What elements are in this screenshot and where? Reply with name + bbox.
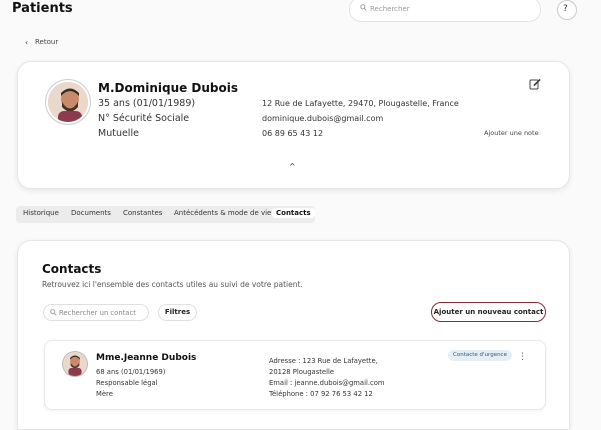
- contact-name: Mme.Jeanne Dubois: [96, 353, 197, 363]
- patient-address: 12 Rue de Lafayette, 29470, Plougastelle…: [262, 99, 459, 108]
- patient-phone: 06 89 65 43 12: [262, 129, 324, 138]
- patient-name: M.Dominique Dubois: [98, 81, 239, 95]
- emergency-badge: Contacte d'urgence: [448, 350, 512, 361]
- patient-ssn-label: N° Sécurité Sociale: [98, 113, 190, 124]
- contact-email: Email : jeanne.dubois@gmail.com: [269, 379, 385, 387]
- top-bar: Patients Rechercher ?: [0, 0, 601, 22]
- filters-button[interactable]: Filtres: [158, 304, 197, 321]
- tab-historique[interactable]: Historique: [23, 209, 59, 217]
- patient-mutuelle-label: Mutuelle: [98, 128, 139, 139]
- chevron-left-icon: ‹: [25, 38, 29, 47]
- more-vertical-icon[interactable]: ⋮: [518, 352, 527, 362]
- contact-address-line2: 20128 Plougastelle: [269, 368, 335, 376]
- contact-relation: Mère: [96, 390, 113, 398]
- search-placeholder: Rechercher: [370, 5, 410, 13]
- page-title: Patients: [12, 1, 73, 16]
- tab-documents[interactable]: Documents: [71, 209, 111, 217]
- contact-age: 68 ans (01/01/1969): [96, 368, 166, 376]
- global-search-input[interactable]: Rechercher: [349, 0, 541, 22]
- add-contact-button[interactable]: Ajouter un nouveau contact: [431, 302, 546, 322]
- edit-icon[interactable]: [529, 78, 541, 90]
- contact-address-line1: Adresse : 123 Rue de Lafayette,: [269, 357, 378, 365]
- patient-email: dominique.dubois@gmail.com: [262, 114, 384, 123]
- patient-tabs: Historique Documents Constantes Antécéde…: [16, 206, 315, 223]
- contact-card: Mme.Jeanne Dubois 68 ans (01/01/1969) Re…: [44, 340, 546, 410]
- contact-search-placeholder: Rechercher un contact: [59, 309, 136, 317]
- patient-age: 35 ans (01/01/1989): [98, 98, 196, 109]
- chevron-up-icon[interactable]: ^: [289, 162, 296, 171]
- search-icon: [360, 4, 367, 11]
- tab-antecedents[interactable]: Antécédents & mode de vie: [174, 209, 271, 217]
- contact-search-input[interactable]: Rechercher un contact: [43, 304, 149, 321]
- contacts-card: Contacts Retrouvez ici l'ensemble des co…: [17, 240, 570, 430]
- contacts-subtitle: Retrouvez ici l'ensemble des contacts ut…: [42, 280, 303, 289]
- contacts-title: Contacts: [42, 262, 102, 276]
- help-button[interactable]: ?: [557, 0, 577, 20]
- back-label: Retour: [35, 38, 59, 46]
- patient-card: M.Dominique Dubois 35 ans (01/01/1989) N…: [17, 61, 570, 189]
- add-note-button[interactable]: Ajouter une note: [484, 129, 539, 137]
- tab-contacts[interactable]: Contacts: [272, 208, 315, 218]
- tab-constantes[interactable]: Constantes: [123, 209, 162, 217]
- contact-role: Responsable légal: [96, 379, 158, 387]
- help-icon: ?: [563, 4, 568, 14]
- contact-phone: Téléphone : 07 92 76 53 42 12: [269, 390, 373, 398]
- patient-avatar: [46, 80, 90, 124]
- contact-avatar: [63, 352, 87, 376]
- search-icon: [50, 309, 57, 316]
